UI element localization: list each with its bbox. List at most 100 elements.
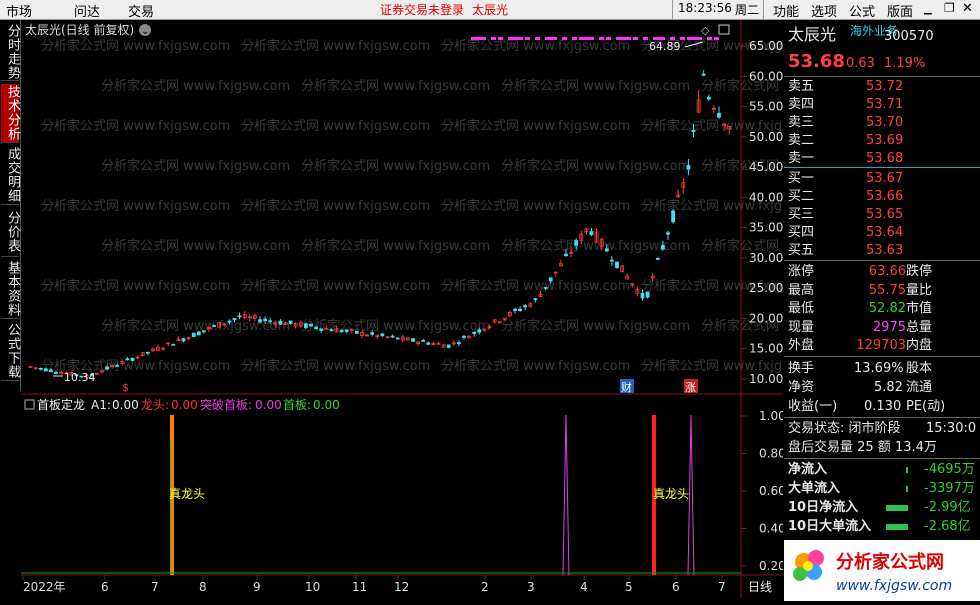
tab-formula-download[interactable]: 公式下载 <box>1 322 20 381</box>
signal-dash <box>707 37 712 40</box>
candle-body <box>130 357 135 361</box>
candle-body <box>589 231 594 235</box>
candle-body <box>380 333 385 337</box>
price-tick-label: 35.00 <box>749 221 783 235</box>
menu-trade[interactable]: 交易 <box>128 1 154 20</box>
time-tick-label: 12 <box>394 580 409 594</box>
signal-dash <box>535 37 540 40</box>
time-tick-label: 11 <box>352 580 367 594</box>
menu-market[interactable]: 市场 <box>6 1 32 20</box>
candle-body <box>456 342 461 344</box>
price-tick-label: 50.00 <box>749 130 783 144</box>
tab-intraday[interactable]: 分时走势 <box>1 24 20 81</box>
candle-body <box>390 335 395 338</box>
signal-dash <box>562 37 567 40</box>
candle-body <box>640 292 645 299</box>
candle-body <box>411 338 415 342</box>
candle-body <box>303 323 308 328</box>
candle-body <box>717 112 721 118</box>
signal-dash <box>697 37 702 40</box>
candle-body <box>38 367 43 370</box>
after-hours: 盘后交易量 25 额 13.4万 <box>788 440 937 455</box>
watermark-text: 分析家公式网 www.fxjgsw.com <box>441 118 630 134</box>
candle-body <box>258 319 262 323</box>
candle-body <box>201 330 206 333</box>
watermark-text: 分析家公式网 www.fxjgsw.com <box>501 158 690 174</box>
candle-body <box>477 329 482 333</box>
price-tick-label: 15.00 <box>749 342 783 356</box>
indicator-tupo-label: 突破首板: <box>200 397 252 412</box>
price-change-pct: 1.19% <box>884 56 926 71</box>
candle-body <box>354 330 359 334</box>
price-tick-label: 10.00 <box>749 372 783 386</box>
period-label[interactable]: 日线 <box>748 580 772 594</box>
menu-formula[interactable]: 公式 <box>849 1 875 20</box>
candle-body <box>48 369 53 372</box>
signal-dash <box>481 37 486 40</box>
price-tick-label: 60.00 <box>749 69 783 83</box>
close-icon[interactable]: ✕ <box>962 1 973 16</box>
indicator-tick-label: 0.20 <box>759 559 783 573</box>
turnover-label2: 股本 <box>906 361 933 376</box>
candle-body <box>288 320 293 324</box>
candle-body <box>263 318 268 322</box>
indicator-shouban-value: 0.00 <box>313 398 340 412</box>
stock-code: 300570 <box>884 29 934 44</box>
netasset-value: 5.82 <box>874 380 903 395</box>
menu-function[interactable]: 功能 <box>773 1 799 20</box>
bid-label: 买三 <box>788 207 815 222</box>
candle-body <box>421 340 426 342</box>
signal-dash <box>599 37 604 40</box>
candle-body <box>701 73 706 76</box>
minimize-icon[interactable]: ▁ <box>924 4 932 15</box>
candle-body <box>370 332 375 335</box>
candle-body <box>278 320 283 325</box>
tab-price-table[interactable]: 分价表 <box>1 208 20 257</box>
flow-label: 大单流入 <box>788 481 841 496</box>
candle-body <box>125 358 130 361</box>
stat-label: 最高 <box>788 282 815 298</box>
flow-label: 净流入 <box>788 462 828 477</box>
candle-body <box>446 344 451 348</box>
signal-dash <box>491 37 496 40</box>
tab-fundamentals[interactable]: 基本资料 <box>1 260 20 319</box>
stat-label: 涨停 <box>788 264 815 279</box>
candle-body <box>339 330 344 333</box>
turnover-label: 换手 <box>788 361 815 376</box>
netasset-label: 净资 <box>788 380 815 395</box>
candle-body <box>533 298 538 301</box>
indicator-longtou-label: 龙头: <box>141 398 169 412</box>
bid-label: 买四 <box>788 225 815 240</box>
time-tick-label: 10 <box>305 580 320 594</box>
tab-technical[interactable]: 技术分析 <box>1 84 20 143</box>
candle-body <box>706 96 711 100</box>
marker-cai: 财 <box>621 380 632 394</box>
signal-dash <box>471 37 481 40</box>
indicator-a1-label: A1: <box>91 398 111 412</box>
menu-wenda[interactable]: 问达 <box>74 1 100 20</box>
candle-body <box>329 329 334 332</box>
trade-time: 15:30:0 <box>926 421 977 436</box>
candle-body <box>268 320 273 323</box>
candle-body <box>105 366 109 370</box>
signal-dash <box>660 37 665 40</box>
restore-icon[interactable]: ❐ <box>944 1 955 15</box>
flow-value: -2.68亿 <box>924 519 971 534</box>
marker-s: $ <box>122 381 129 394</box>
flow-bar <box>906 486 908 492</box>
price-tick-label: 45.00 <box>749 160 783 174</box>
kline-chart-area[interactable]: 分析家公式网 www.fxjgsw.com 分析家公式网 www.fxjgsw.c… <box>21 20 890 598</box>
left-tab-bar: 分时走势 技术分析 成交明细 分价表 基本资料 公式下载 <box>0 20 21 391</box>
login-notice[interactable]: 证券交易未登录 <box>380 1 464 18</box>
menu-options[interactable]: 选项 <box>811 1 837 20</box>
signal-dash <box>714 37 719 40</box>
watermark-text: 分析家公式网 www.fxjgsw.com <box>41 198 230 214</box>
diamond-icon[interactable]: ◇ <box>701 24 710 37</box>
indicator-tick-label: 0.60 <box>759 484 783 498</box>
watermark-text: 分析家公式网 www.fxjgsw.com <box>501 78 690 94</box>
watermark-text: 分析家公式网 www.fxjgsw.com <box>241 38 430 54</box>
watermark-text: 分析家公式网 www.fxjgsw.com <box>41 278 230 294</box>
tab-trades[interactable]: 成交明细 <box>1 146 20 205</box>
flow-bar <box>906 467 908 473</box>
menu-layout[interactable]: 版面 <box>887 1 913 20</box>
